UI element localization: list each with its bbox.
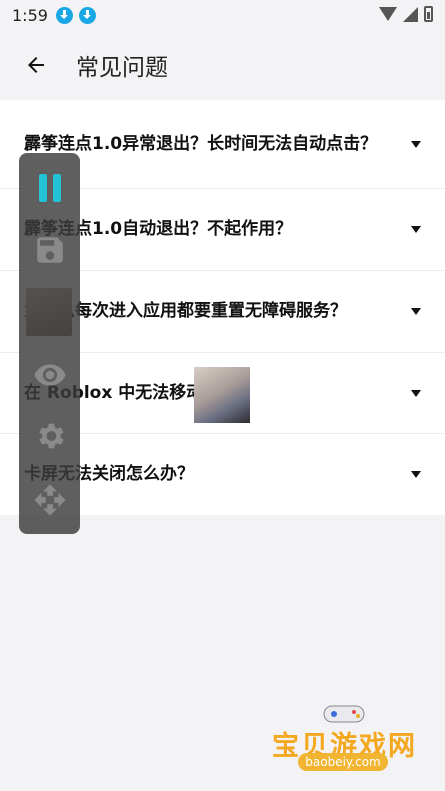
gamepad-icon bbox=[323, 705, 365, 723]
pause-button[interactable] bbox=[19, 173, 80, 203]
app-bar: 常见问题 bbox=[0, 30, 445, 100]
caret-down-icon bbox=[411, 308, 421, 315]
save-button[interactable] bbox=[19, 233, 80, 267]
watermark-logo: 宝贝游戏网 baobeiy.com bbox=[268, 700, 418, 780]
caret-down-icon bbox=[411, 471, 421, 478]
caret-down-icon bbox=[411, 226, 421, 233]
status-time: 1:59 bbox=[12, 5, 48, 25]
status-icons bbox=[379, 6, 433, 22]
caret-down-icon bbox=[411, 140, 421, 148]
page-title: 常见问题 bbox=[76, 55, 168, 81]
settings-button[interactable] bbox=[19, 419, 80, 453]
faq-question: 霹筝连点1.0自动退出？不起作用？ bbox=[24, 219, 293, 239]
faq-question: 卡屏无法关闭怎么办？ bbox=[24, 464, 194, 484]
signal-icon bbox=[403, 6, 418, 22]
gear-icon bbox=[38, 423, 64, 449]
watermark-url: baobeiy.com bbox=[298, 753, 388, 771]
save-icon bbox=[36, 237, 63, 263]
toggle-visibility-button[interactable] bbox=[19, 358, 80, 392]
wifi-icon bbox=[379, 7, 397, 21]
battery-icon bbox=[424, 6, 433, 22]
download-icon bbox=[55, 6, 73, 24]
status-bar: 1:59 bbox=[0, 0, 445, 30]
overlay-thumbnail bbox=[194, 367, 250, 423]
back-button[interactable] bbox=[16, 45, 56, 85]
move-icon bbox=[33, 484, 66, 516]
eye-icon bbox=[33, 364, 66, 386]
faq-question: 霹筝连点1.0异常退出？长时间无法自动点击？ bbox=[24, 133, 378, 154]
arrow-left-icon bbox=[28, 57, 44, 73]
move-handle[interactable] bbox=[19, 483, 80, 517]
faq-question: 为什么每次进入应用都要重置无障碍服务？ bbox=[24, 301, 347, 321]
pause-icon bbox=[38, 174, 61, 202]
download-icon bbox=[78, 6, 96, 24]
caret-down-icon bbox=[411, 389, 421, 397]
floating-control-panel[interactable] bbox=[19, 153, 80, 534]
